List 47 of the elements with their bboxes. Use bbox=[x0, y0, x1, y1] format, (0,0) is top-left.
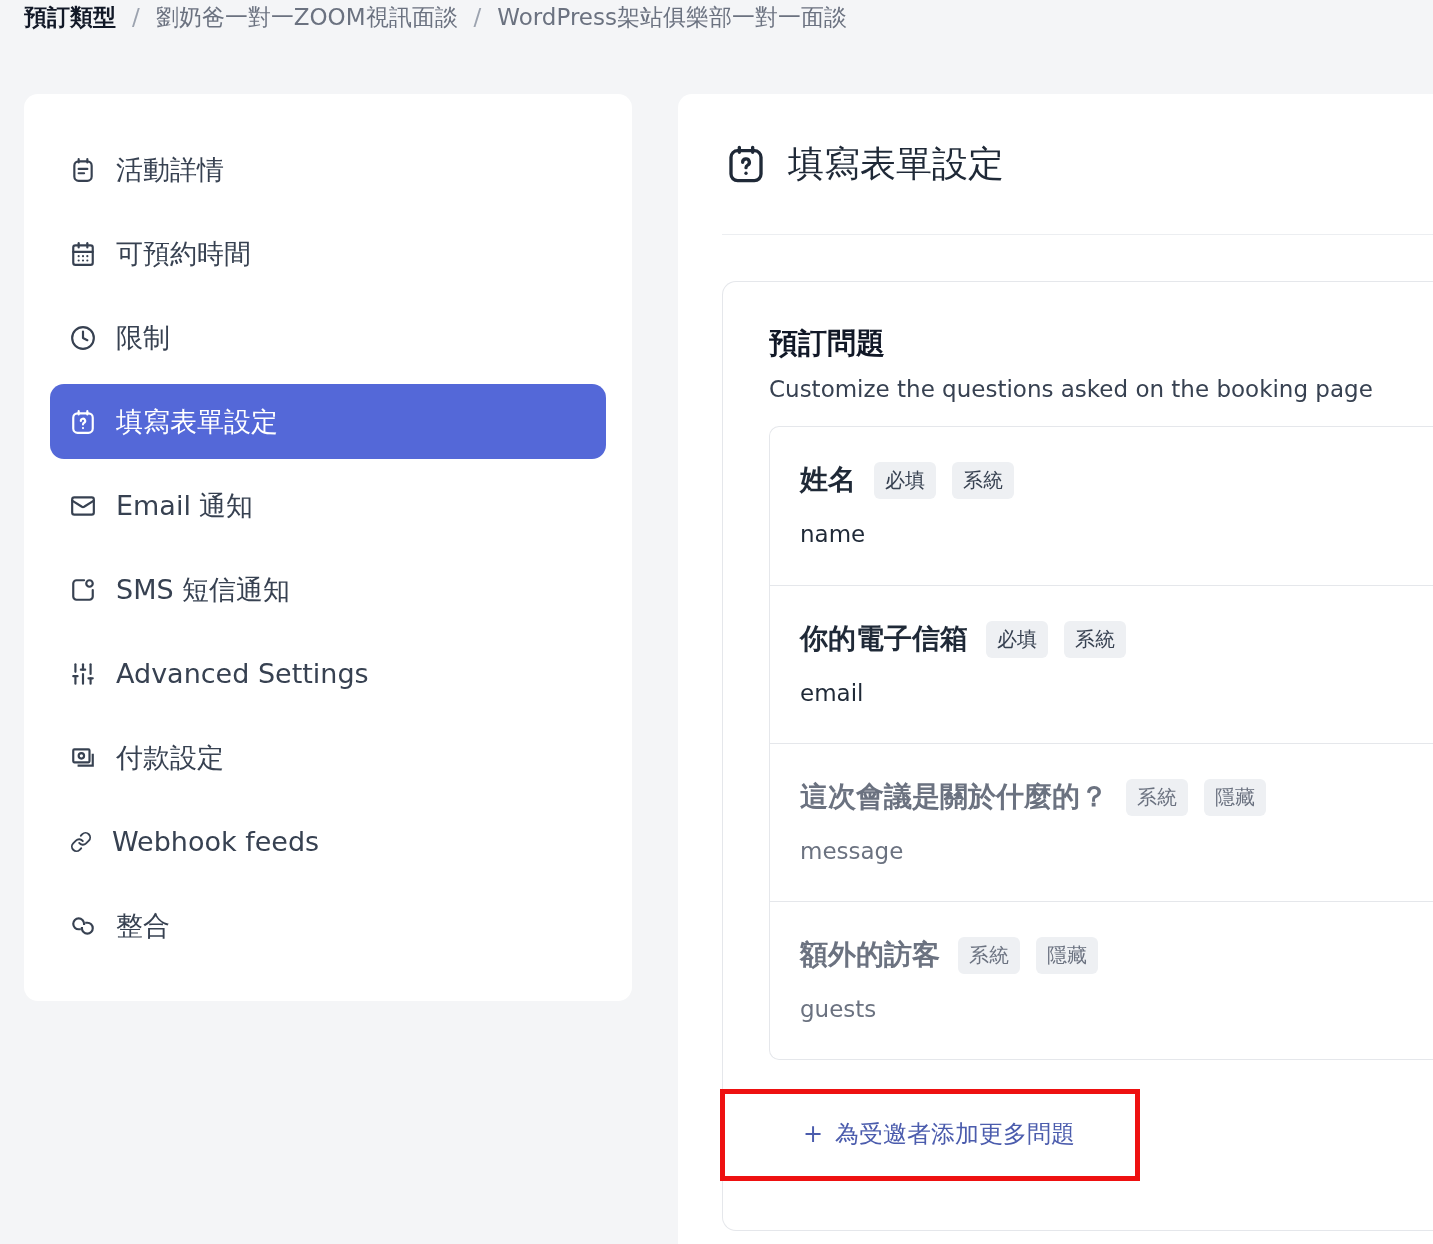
clock-icon bbox=[70, 324, 96, 351]
question-label: 你的電子信箱 bbox=[800, 621, 968, 657]
calendar-icon bbox=[70, 240, 96, 267]
section-description: Customize the questions asked on the booking page bbox=[769, 376, 1374, 402]
question-label: 額外的訪客 bbox=[800, 937, 940, 973]
section-title: 預訂問題 bbox=[769, 325, 886, 362]
calendar-question-icon bbox=[726, 144, 766, 184]
breadcrumb-link[interactable]: WordPress架站俱樂部一對一面談 bbox=[497, 1, 847, 33]
breadcrumb-separator: / bbox=[132, 4, 140, 30]
breadcrumb-link[interactable]: 劉奶爸一對一ZOOM視訊面談 bbox=[155, 1, 458, 33]
sidebar-item[interactable]: Advanced Settings bbox=[50, 636, 606, 711]
sliders-icon bbox=[70, 660, 96, 687]
link-icon bbox=[70, 830, 92, 853]
sidebar-item[interactable]: Email 通知 bbox=[50, 468, 606, 543]
question-tag: 隱藏 bbox=[1204, 778, 1266, 816]
sidebar-item[interactable]: SMS 短信通知 bbox=[50, 552, 606, 627]
question-tag: 必填 bbox=[874, 461, 936, 499]
question-row[interactable]: 姓名 必填 系統 name bbox=[770, 427, 1433, 585]
breadcrumb-separator: / bbox=[473, 4, 482, 30]
sidebar-item[interactable]: 填寫表單設定 bbox=[50, 384, 606, 459]
sidebar-item[interactable]: 付款設定 bbox=[50, 720, 606, 795]
message-square-dot-icon bbox=[70, 576, 96, 603]
panel-title: 填寫表單設定 bbox=[788, 141, 1004, 186]
question-tag: 系統 bbox=[952, 461, 1014, 499]
question-tag: 系統 bbox=[1126, 778, 1188, 816]
field-identifier: message bbox=[800, 838, 905, 864]
question-row[interactable]: 這次會議是關於什麼的？ 系統 隱藏 message bbox=[770, 743, 1433, 901]
field-identifier: email bbox=[800, 680, 865, 706]
question-label: 這次會議是關於什麼的？ bbox=[800, 779, 1108, 815]
question-row[interactable]: 額外的訪客 系統 隱藏 guests bbox=[770, 901, 1433, 1059]
question-row[interactable]: 你的電子信箱 必填 系統 email bbox=[770, 585, 1433, 743]
field-identifier: name bbox=[800, 521, 867, 547]
question-label: 姓名 bbox=[800, 462, 856, 498]
sidebar-item[interactable]: 可預約時間 bbox=[50, 216, 606, 291]
calendar-question-icon bbox=[70, 408, 96, 435]
calendar-note-icon bbox=[70, 156, 96, 183]
question-tag: 隱藏 bbox=[1036, 936, 1098, 974]
sidebar-item[interactable]: 活動詳情 bbox=[50, 132, 606, 207]
sidebar-item[interactable]: Webhook feeds bbox=[50, 804, 606, 879]
breadcrumb-link[interactable]: 預訂類型 bbox=[24, 1, 116, 33]
question-tag: 必填 bbox=[986, 620, 1048, 658]
question-tag: 系統 bbox=[958, 936, 1020, 974]
question-tag: 系統 bbox=[1064, 620, 1126, 658]
sidebar-item[interactable]: 限制 bbox=[50, 300, 606, 375]
sidebar-item[interactable]: 整合 bbox=[50, 888, 606, 963]
field-identifier: guests bbox=[800, 996, 878, 1022]
add-question-button[interactable]: + 為受邀者添加更多問題 bbox=[785, 1098, 1094, 1170]
